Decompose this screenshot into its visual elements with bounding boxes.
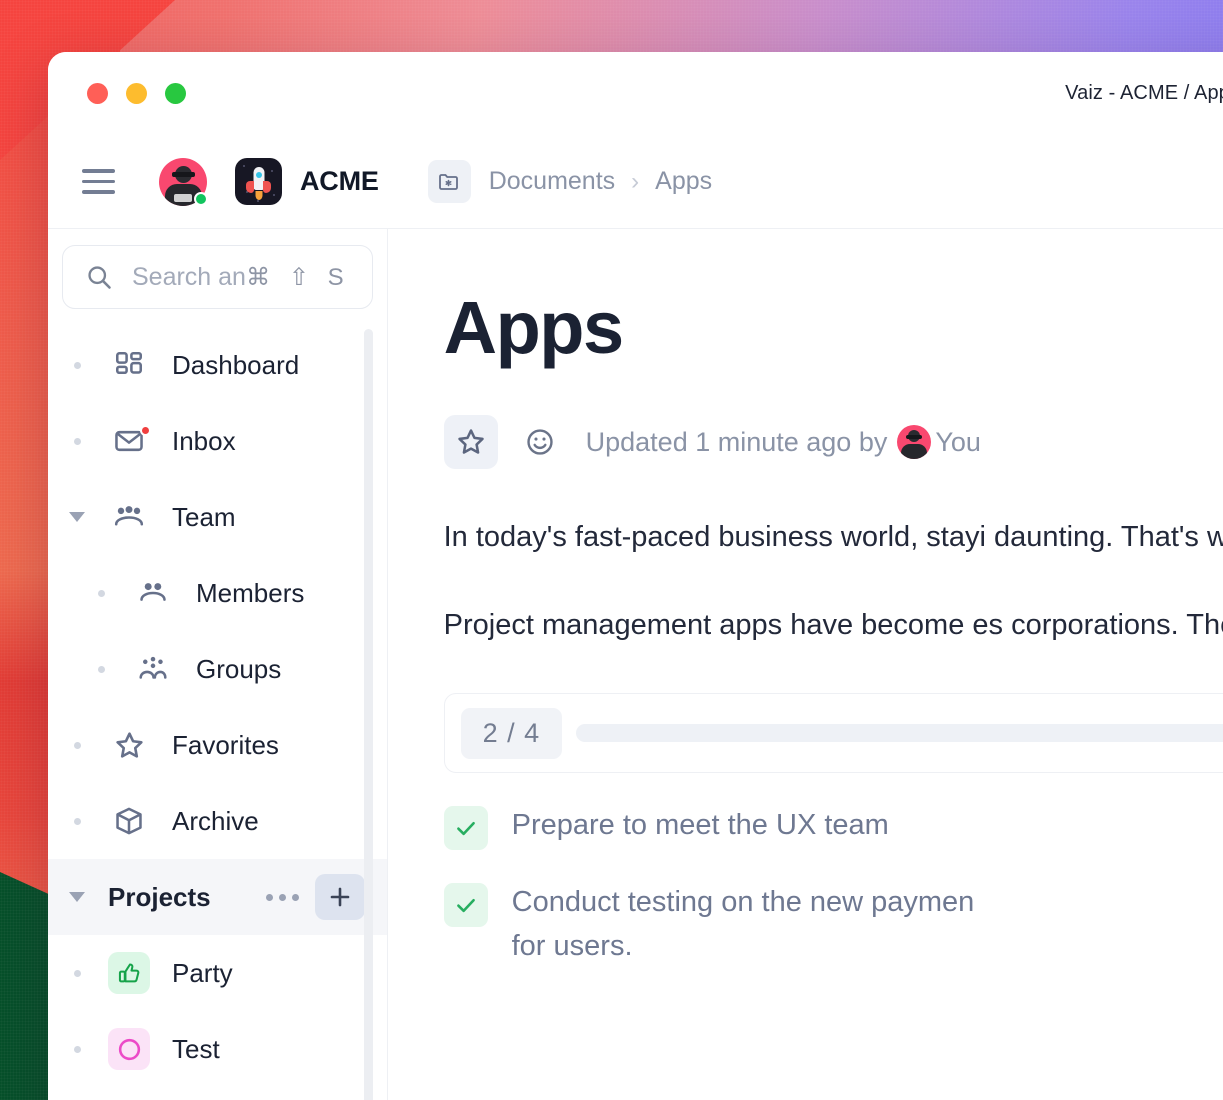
- inbox-envelope-icon: [106, 425, 152, 457]
- star-outline-icon[interactable]: [444, 415, 498, 469]
- sidebar-item-label: Groups: [196, 654, 281, 685]
- progress-card: 2 / 4: [444, 693, 1223, 773]
- paragraph-line: In today's fast-paced business world, st…: [444, 521, 986, 553]
- sidebar-item-label: Test: [172, 1034, 220, 1065]
- top-navigation-bar: ACME Documents › Apps: [48, 135, 1223, 229]
- main-content: Apps: [387, 229, 1223, 1100]
- online-status-dot: [194, 192, 208, 206]
- task-item[interactable]: Prepare to meet the UX team: [444, 803, 1223, 850]
- thumbs-up-emoji: [106, 952, 152, 994]
- item-bullet: [62, 742, 92, 749]
- sidebar-item-team[interactable]: Team: [48, 479, 387, 555]
- task-line: Conduct testing on the new paymen: [512, 880, 1223, 924]
- hamburger-menu-icon[interactable]: [82, 169, 115, 193]
- star-icon: [106, 729, 152, 762]
- folder-asterisk-icon[interactable]: [428, 160, 471, 203]
- document-meta-row: Updated 1 minute ago by You: [444, 415, 1223, 469]
- item-bullet: [62, 438, 92, 445]
- sidebar-item-label: Projects: [108, 882, 211, 913]
- chevron-down-icon[interactable]: [62, 512, 92, 522]
- rocket-logo-icon[interactable]: [235, 158, 282, 205]
- sidebar-nav-list: Dashboard Inbox: [48, 327, 387, 1087]
- groups-dots-icon: [130, 653, 176, 685]
- task-line: for users.: [512, 924, 1223, 968]
- updated-meta: Updated 1 minute ago by You: [586, 425, 981, 459]
- paragraph-line: corporations. They help teams stay organ…: [1011, 609, 1223, 641]
- sidebar-item-inbox[interactable]: Inbox: [48, 403, 387, 479]
- task-line: Prepare to meet the UX team: [512, 803, 1223, 847]
- add-project-button[interactable]: [315, 874, 365, 920]
- inbox-unread-badge: [140, 425, 151, 436]
- members-people-icon: [130, 577, 176, 609]
- breadcrumb-parent[interactable]: Documents: [489, 167, 615, 196]
- item-bullet: [62, 1046, 92, 1053]
- breadcrumb-current[interactable]: Apps: [655, 167, 712, 196]
- progress-count: 2 / 4: [461, 708, 563, 759]
- dashboard-grid-icon: [106, 349, 152, 381]
- archive-box-icon: [106, 805, 152, 837]
- paragraph-line: daunting. That's where project managemen: [994, 521, 1223, 553]
- task-label: Conduct testing on the new paymen for us…: [512, 880, 1223, 968]
- search-shortcut: ⌘ ⇧ S: [246, 263, 349, 292]
- search-input[interactable]: Search anythin... ⌘ ⇧ S: [62, 245, 373, 309]
- sidebar-item-label: Inbox: [172, 426, 236, 457]
- item-bullet: [62, 970, 92, 977]
- sidebar-item-label: Favorites: [172, 730, 279, 761]
- sidebar-item-party[interactable]: Party: [48, 935, 387, 1011]
- search-placeholder: Search anythin...: [132, 263, 246, 292]
- sidebar-item-favorites[interactable]: Favorites: [48, 707, 387, 783]
- sidebar-scrollbar[interactable]: [364, 329, 373, 1100]
- app-window: Vaiz - ACME / Apps ACME: [48, 52, 1223, 1100]
- smiley-face-icon[interactable]: [516, 418, 564, 466]
- progress-bar: [576, 724, 1223, 742]
- pink-circle-emoji: [106, 1028, 152, 1070]
- search-icon: [85, 263, 113, 291]
- sidebar-item-archive[interactable]: Archive: [48, 783, 387, 859]
- workspace-name[interactable]: ACME: [300, 166, 379, 197]
- breadcrumb-separator-icon: ›: [631, 168, 639, 196]
- page-title: Apps: [444, 291, 1223, 365]
- window-body: Search anythin... ⌘ ⇧ S Dashb: [48, 229, 1223, 1100]
- item-bullet: [86, 666, 116, 673]
- updated-text: Updated 1 minute ago by: [586, 427, 888, 458]
- projects-row-actions: [256, 874, 365, 920]
- item-bullet: [62, 818, 92, 825]
- sidebar-item-test[interactable]: Test: [48, 1011, 387, 1087]
- window-titlebar: Vaiz - ACME / Apps: [48, 52, 1223, 135]
- checkbox-checked-icon[interactable]: [444, 806, 488, 850]
- sidebar-item-members[interactable]: Members: [48, 555, 387, 631]
- sidebar-item-groups[interactable]: Groups: [48, 631, 387, 707]
- paragraph-1: In today's fast-paced business world, st…: [444, 513, 1223, 561]
- checkbox-checked-icon[interactable]: [444, 883, 488, 927]
- item-bullet: [86, 590, 116, 597]
- paragraph-line: Project management apps have become es: [444, 609, 1003, 641]
- team-people-icon: [106, 501, 152, 533]
- user-avatar[interactable]: [159, 158, 207, 206]
- more-options-icon[interactable]: [256, 882, 309, 913]
- sidebar: Search anythin... ⌘ ⇧ S Dashb: [48, 229, 387, 1100]
- window-title: Vaiz - ACME / Apps: [48, 82, 1223, 105]
- sidebar-item-label: Archive: [172, 806, 259, 837]
- sidebar-item-dashboard[interactable]: Dashboard: [48, 327, 387, 403]
- item-bullet: [62, 362, 92, 369]
- task-item[interactable]: Conduct testing on the new paymen for us…: [444, 880, 1223, 968]
- author-avatar: [897, 425, 931, 459]
- sidebar-item-label: Members: [196, 578, 304, 609]
- sidebar-item-label: Party: [172, 958, 233, 989]
- task-label: Prepare to meet the UX team: [512, 803, 1223, 847]
- sidebar-item-label: Team: [172, 502, 236, 533]
- paragraph-2: Project management apps have become es c…: [444, 601, 1223, 649]
- chevron-down-icon[interactable]: [62, 892, 92, 902]
- sidebar-section-projects[interactable]: Projects: [48, 859, 387, 935]
- sidebar-item-label: Dashboard: [172, 350, 299, 381]
- author-name: You: [935, 427, 981, 458]
